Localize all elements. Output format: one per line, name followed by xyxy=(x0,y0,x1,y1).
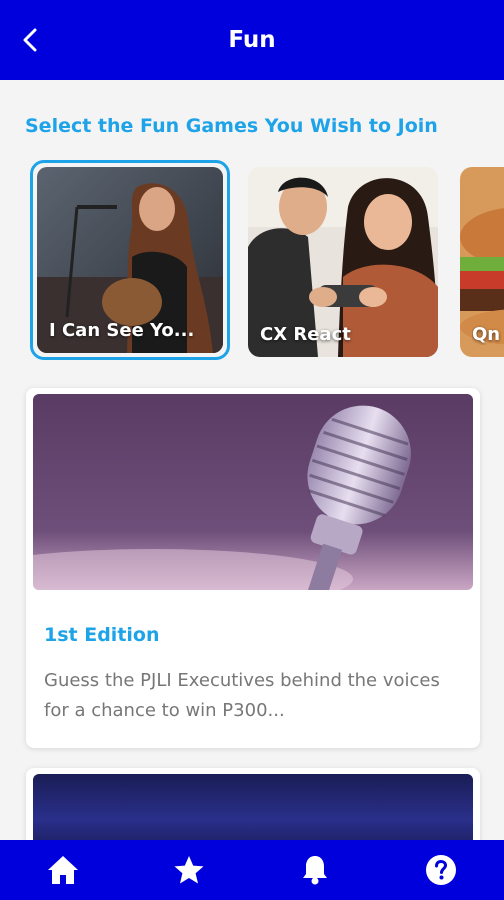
game-card-i-can-see[interactable]: I Can See Yo... xyxy=(30,160,230,360)
page-title: Fun xyxy=(228,27,276,53)
feature-image xyxy=(33,394,473,590)
section-title: Select the Fun Games You Wish to Join xyxy=(25,115,438,137)
game-thumbnail: I Can See Yo... xyxy=(37,167,223,353)
home-icon xyxy=(48,856,78,884)
help-icon xyxy=(426,855,456,885)
feature-card[interactable]: 1st Edition Guess the PJLI Executives be… xyxy=(26,388,480,748)
game-card-qn[interactable]: Qn xyxy=(460,167,504,357)
game-card-cx-react[interactable]: CX React xyxy=(248,167,438,357)
bottom-navigation xyxy=(0,840,504,900)
star-icon xyxy=(174,856,204,884)
nav-home-button[interactable] xyxy=(33,840,93,900)
nav-notifications-button[interactable] xyxy=(285,840,345,900)
game-card-label: Qn xyxy=(472,324,501,345)
game-card-label: I Can See Yo... xyxy=(49,320,195,341)
games-carousel[interactable]: I Can See Yo... CX React Qn xyxy=(0,160,504,370)
nav-help-button[interactable] xyxy=(411,840,471,900)
feature-description: Guess the PJLI Executives behind the voi… xyxy=(44,670,440,721)
game-thumbnail: CX React xyxy=(248,167,438,357)
game-thumbnail: Qn xyxy=(460,167,504,357)
top-app-bar: Fun xyxy=(0,0,504,80)
back-button[interactable] xyxy=(14,22,46,58)
nav-favorites-button[interactable] xyxy=(159,840,219,900)
chevron-left-icon xyxy=(23,28,37,52)
feature-title: 1st Edition xyxy=(44,624,160,646)
bell-icon xyxy=(303,856,327,885)
game-card-label: CX React xyxy=(260,324,351,345)
